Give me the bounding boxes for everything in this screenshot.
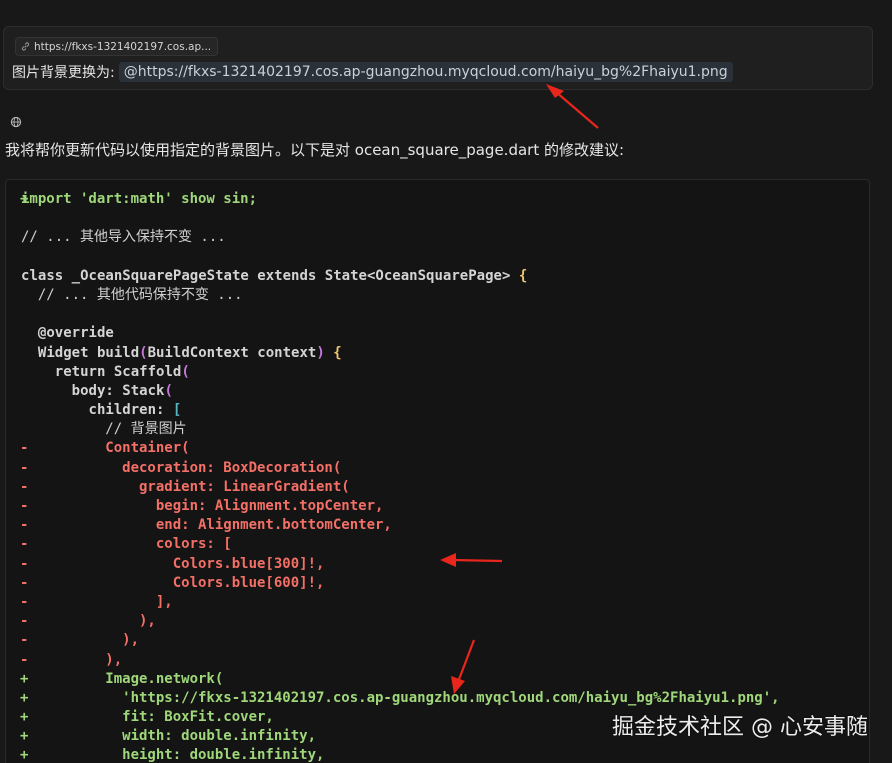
code-text: height: double.infinity, bbox=[21, 747, 325, 763]
code-text: fit: BoxFit.cover, bbox=[21, 709, 274, 726]
code-line: + height: double.infinity, bbox=[6, 746, 869, 763]
code-line: // ... 其他代码保持不变 ... bbox=[6, 286, 869, 305]
watermark: 掘金技术社区 @ 心安事随 bbox=[612, 715, 868, 740]
user-prompt-card: https://fkxs-1321402197.cos.ap... 图片背景更换… bbox=[3, 26, 873, 90]
code-text: colors: [ bbox=[21, 536, 232, 553]
code-text: end: Alignment.bottomCenter, bbox=[21, 517, 392, 534]
assistant-message: 我将帮你更新代码以使用指定的背景图片。以下是对 ocean_square_pag… bbox=[5, 141, 625, 159]
code-text: class _OceanSquarePageState extends Stat… bbox=[21, 267, 528, 284]
code-text: // ... 其他代码保持不变 ... bbox=[21, 286, 243, 303]
code-line: // ... 其他导入保持不变 ... bbox=[6, 228, 869, 247]
code-line: + Image.network( bbox=[6, 670, 869, 689]
code-block: + import 'dart:math' show sin; // ... 其他导入… bbox=[5, 179, 870, 763]
code-line: - Colors.blue[600]!, bbox=[6, 574, 869, 593]
code-text: ), bbox=[21, 613, 156, 630]
code-text: body: Stack( bbox=[71, 382, 173, 399]
code-line: - decoration: BoxDecoration( bbox=[6, 459, 869, 478]
code-text: Colors.blue[300]!, bbox=[21, 555, 325, 572]
code-line: Widget build(BuildContext context) { bbox=[6, 344, 869, 363]
code-line: - ), bbox=[6, 612, 869, 631]
code-line: - Colors.blue[300]!, bbox=[6, 555, 869, 574]
code-text: // ... 其他导入保持不变 ... bbox=[21, 229, 226, 246]
arrow-to-mention bbox=[546, 84, 599, 129]
code-text: Widget build(BuildContext context) { bbox=[37, 344, 342, 361]
code-text: decoration: BoxDecoration( bbox=[21, 459, 342, 476]
globe-icon bbox=[10, 116, 22, 128]
code-line: - colors: [ bbox=[6, 535, 869, 554]
code-line: // 背景图片 bbox=[6, 420, 869, 439]
code-text: // 背景图片 bbox=[21, 421, 187, 438]
url-mention[interactable]: @https://fkxs-1321402197.cos.ap-guangzho… bbox=[118, 62, 733, 82]
code-line: - ], bbox=[6, 593, 869, 612]
code-line: - end: Alignment.bottomCenter, bbox=[6, 516, 869, 535]
code-line: + 'https://fkxs-1321402197.cos.ap-guangz… bbox=[6, 689, 869, 708]
url-chip-label: https://fkxs-1321402197.cos.ap... bbox=[34, 40, 212, 53]
code-line: return Scaffold( bbox=[6, 363, 869, 382]
code-text: @override bbox=[37, 325, 114, 342]
code-lines: + import 'dart:math' show sin; // ... 其他导入… bbox=[6, 190, 869, 763]
code-line: - begin: Alignment.topCenter, bbox=[6, 497, 869, 516]
code-text: return Scaffold( bbox=[54, 363, 190, 380]
code-line: children: [ bbox=[6, 401, 869, 420]
code-line: body: Stack( bbox=[6, 382, 869, 401]
code-line: class _OceanSquarePageState extends Stat… bbox=[6, 267, 869, 286]
url-context-chip[interactable]: https://fkxs-1321402197.cos.ap... bbox=[15, 37, 219, 56]
code-text: children: [ bbox=[88, 402, 182, 419]
code-text: Colors.blue[600]!, bbox=[21, 574, 325, 591]
prompt-message: 图片背景更换为: @https://fkxs-1321402197.cos.ap… bbox=[12, 62, 733, 82]
code-line: - ), bbox=[6, 631, 869, 650]
code-text: ), bbox=[21, 651, 123, 668]
code-text: width: double.infinity, bbox=[21, 728, 317, 745]
link-icon bbox=[21, 42, 30, 51]
code-text: gradient: LinearGradient( bbox=[21, 478, 350, 495]
code-line: - gradient: LinearGradient( bbox=[6, 478, 869, 497]
code-text: begin: Alignment.topCenter, bbox=[21, 498, 384, 514]
code-text: Container( bbox=[21, 440, 190, 457]
code-text: ), bbox=[21, 632, 140, 649]
code-text: 'https://fkxs-1321402197.cos.ap-guangzho… bbox=[21, 689, 780, 706]
code-line: - ), bbox=[6, 651, 869, 670]
prompt-text: 图片背景更换为: bbox=[12, 65, 115, 81]
code-text: import 'dart:math' show sin; bbox=[21, 191, 258, 207]
code-line: + import 'dart:math' show sin; bbox=[6, 190, 869, 209]
code-text: Image.network( bbox=[21, 670, 224, 687]
code-line: - Container( bbox=[6, 439, 869, 458]
code-text: ], bbox=[21, 593, 173, 610]
code-line: @override bbox=[6, 324, 869, 343]
